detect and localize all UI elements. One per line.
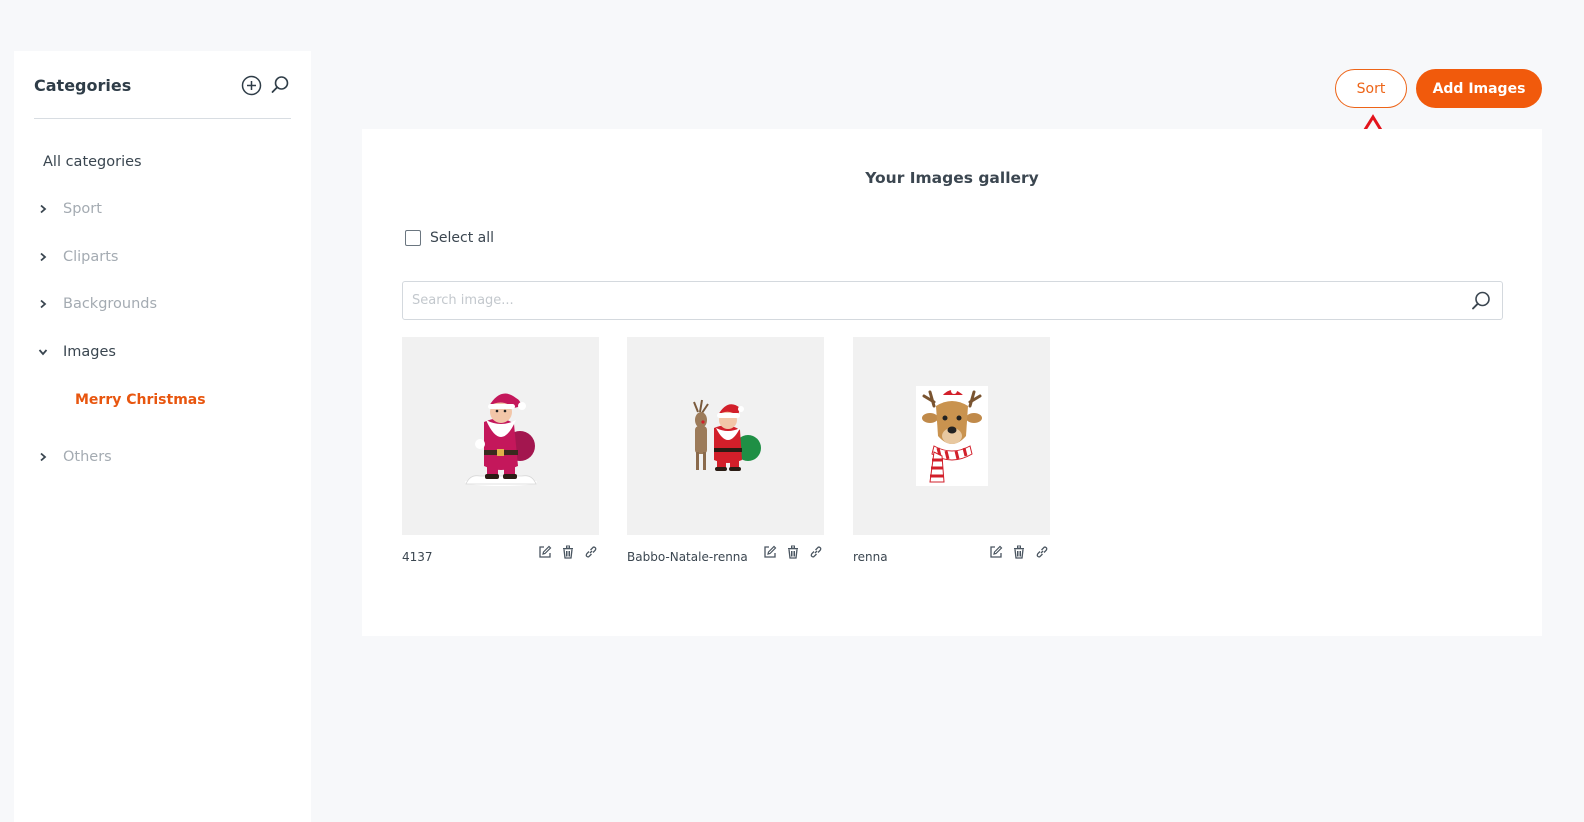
chevron-right-icon — [36, 297, 50, 311]
edit-icon[interactable] — [762, 544, 778, 560]
sidebar-item-all-categories[interactable]: All categories — [43, 154, 142, 170]
trash-icon[interactable] — [560, 544, 576, 560]
image-name: renna — [853, 550, 888, 564]
link-icon[interactable] — [583, 544, 599, 560]
sidebar-item-label: Images — [63, 344, 116, 360]
sidebar-item-label: Sport — [63, 201, 102, 217]
edit-icon[interactable] — [537, 544, 553, 560]
edit-icon[interactable] — [988, 544, 1004, 560]
checkbox[interactable] — [405, 230, 421, 246]
add-images-button[interactable]: Add Images — [1416, 69, 1542, 108]
santa-reindeer-illustration — [692, 399, 761, 471]
image-name: Babbo-Natale-renna — [627, 550, 748, 564]
image-thumbnail[interactable] — [853, 337, 1050, 535]
sidebar-subitem-merry-christmas[interactable]: Merry Christmas — [75, 392, 206, 408]
search-categories-icon[interactable] — [268, 73, 292, 97]
select-all-label: Select all — [430, 230, 494, 246]
link-icon[interactable] — [808, 544, 824, 560]
image-card: Babbo-Natale-renna — [627, 337, 824, 567]
sidebar-item-sport[interactable]: Sport — [36, 201, 102, 217]
chevron-right-icon — [36, 450, 50, 464]
gallery-title: Your Images gallery — [865, 169, 1039, 187]
sidebar-item-label: Others — [63, 449, 112, 465]
trash-icon[interactable] — [785, 544, 801, 560]
sidebar-item-images[interactable]: Images — [36, 344, 116, 360]
image-thumbnail[interactable] — [402, 337, 599, 535]
image-card: 4137 — [402, 337, 599, 567]
image-card: renna — [853, 337, 1050, 567]
chevron-down-icon — [36, 345, 50, 359]
sidebar-item-label: Cliparts — [63, 249, 119, 265]
add-category-icon[interactable] — [239, 73, 263, 97]
chevron-right-icon — [36, 202, 50, 216]
link-icon[interactable] — [1034, 544, 1050, 560]
trash-icon[interactable] — [1011, 544, 1027, 560]
sidebar-item-cliparts[interactable]: Cliparts — [36, 249, 118, 265]
sidebar-item-label: Backgrounds — [63, 296, 158, 312]
sidebar-item-others[interactable]: Others — [36, 449, 112, 465]
chevron-right-icon — [36, 250, 50, 264]
image-search-field — [402, 281, 1503, 320]
image-thumbnail[interactable] — [627, 337, 824, 535]
search-icon[interactable] — [1470, 290, 1492, 312]
gallery-panel: Your Images gallery Select all Search im… — [362, 129, 1542, 636]
image-name: 4137 — [402, 550, 433, 564]
select-all-checkbox[interactable]: Select all — [405, 230, 494, 246]
santa-claus-illustration — [464, 393, 537, 486]
sidebar-header: Categories — [34, 73, 291, 119]
categories-sidebar: Categories All categories Sport Cliparts… — [14, 51, 311, 822]
sidebar-title: Categories — [34, 76, 132, 95]
sidebar-item-backgrounds[interactable]: Backgrounds — [36, 296, 157, 312]
image-search-input[interactable] — [412, 282, 1452, 319]
sort-button[interactable]: Sort — [1335, 69, 1407, 108]
reindeer-illustration — [915, 386, 988, 486]
